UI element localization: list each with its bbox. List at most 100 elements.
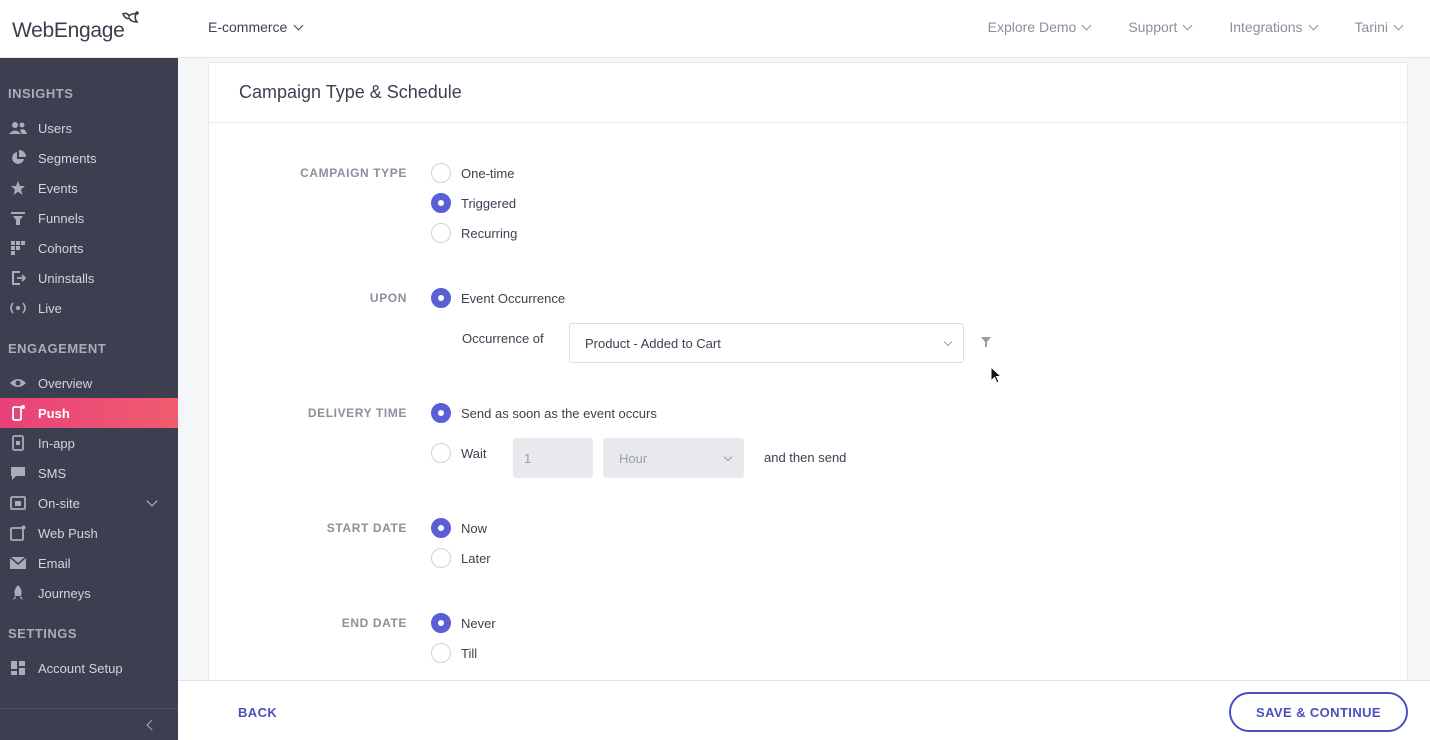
radio-label: Later xyxy=(461,550,491,566)
sidebar-section-engagement: ENGAGEMENT xyxy=(8,341,107,356)
sidebar-section-settings: SETTINGS xyxy=(8,626,78,641)
filter-icon[interactable] xyxy=(980,336,992,348)
sidebar-item-label: Overview xyxy=(38,375,93,391)
chevron-down-icon xyxy=(1308,20,1318,30)
project-switcher[interactable]: E-commerce xyxy=(208,19,304,35)
browser-icon xyxy=(8,525,28,541)
collapse-sidebar-icon[interactable] xyxy=(146,719,158,731)
chevron-down-icon[interactable] xyxy=(146,495,158,507)
sidebar-section-insights: INSIGHTS xyxy=(8,86,74,101)
dashboard-icon xyxy=(8,660,28,676)
radio-circle[interactable] xyxy=(431,643,451,663)
radio-end-never[interactable]: Never xyxy=(431,613,496,633)
sidebar-item-uninstalls[interactable]: Uninstalls xyxy=(0,263,178,293)
topnav-user-menu[interactable]: Tarini xyxy=(1354,19,1404,35)
sidebar-item-segments[interactable]: Segments xyxy=(0,143,178,173)
radio-circle[interactable] xyxy=(431,163,451,183)
upon-label: UPON xyxy=(369,291,407,305)
sidebar-item-email[interactable]: Email xyxy=(0,548,178,578)
radio-circle[interactable] xyxy=(431,613,451,633)
sidebar-item-label: Account Setup xyxy=(38,660,123,676)
radio-one-time[interactable]: One-time xyxy=(431,163,514,183)
sidebar-item-live[interactable]: Live xyxy=(0,293,178,323)
sidebar-item-label: On-site xyxy=(38,495,80,511)
radio-end-till[interactable]: Till xyxy=(431,643,477,663)
wait-unit-select[interactable]: Hour xyxy=(603,438,744,478)
webengage-logo[interactable]: WebEngage xyxy=(12,10,139,42)
radio-circle[interactable] xyxy=(431,223,451,243)
sidebar-item-sms[interactable]: SMS xyxy=(0,458,178,488)
radio-event-occurrence[interactable]: Event Occurrence xyxy=(431,288,565,308)
chevron-down-icon xyxy=(943,337,953,347)
radio-circle[interactable] xyxy=(431,443,451,463)
radio-label: Now xyxy=(461,520,488,536)
topnav-label: Explore Demo xyxy=(987,19,1077,35)
radio-label: Recurring xyxy=(461,225,518,241)
topnav-support[interactable]: Support xyxy=(1128,19,1193,35)
campaign-card: Campaign Type & Schedule CAMPAIGN TYPE O… xyxy=(208,62,1408,682)
top-nav: Explore Demo Support Integrations Tarini xyxy=(987,19,1404,35)
sidebar-item-web-push[interactable]: Web Push xyxy=(0,518,178,548)
radio-label: Triggered xyxy=(461,195,517,211)
bird-icon xyxy=(121,11,139,23)
radio-wait[interactable]: Wait xyxy=(431,443,487,463)
radio-circle[interactable] xyxy=(431,288,451,308)
sidebar-item-label: Segments xyxy=(38,150,97,166)
back-button[interactable]: BACK xyxy=(238,705,277,720)
radio-circle[interactable] xyxy=(431,193,451,213)
star-icon xyxy=(8,180,28,196)
sidebar-item-account-setup[interactable]: Account Setup xyxy=(0,653,178,683)
start-date-label: START DATE xyxy=(326,521,407,535)
topnav-integrations[interactable]: Integrations xyxy=(1229,19,1318,35)
sidebar: INSIGHTS Users Segments Events Funnels C… xyxy=(0,58,178,740)
radio-circle[interactable] xyxy=(431,403,451,423)
sidebar-item-label: Web Push xyxy=(38,525,98,541)
pie-chart-icon xyxy=(8,150,28,166)
topnav-label: Tarini xyxy=(1354,19,1388,35)
delivery-time-label: DELIVERY TIME xyxy=(307,406,407,420)
sidebar-item-label: Events xyxy=(38,180,78,196)
occurrence-of-label: Occurrence of xyxy=(462,331,544,346)
sidebar-item-in-app[interactable]: In-app xyxy=(0,428,178,458)
event-select[interactable]: Product - Added to Cart xyxy=(569,323,964,363)
topnav-explore-demo[interactable]: Explore Demo xyxy=(987,19,1092,35)
chevron-down-icon xyxy=(1393,20,1404,30)
radio-recurring[interactable]: Recurring xyxy=(431,223,517,243)
sidebar-item-funnels[interactable]: Funnels xyxy=(0,203,178,233)
sidebar-item-label: Users xyxy=(38,120,72,136)
radio-circle[interactable] xyxy=(431,548,451,568)
wait-amount-input[interactable]: 1 xyxy=(513,438,593,478)
envelope-icon xyxy=(8,555,28,571)
sidebar-item-events[interactable]: Events xyxy=(0,173,178,203)
chevron-down-icon xyxy=(293,20,304,30)
sidebar-item-label: Journeys xyxy=(38,585,91,601)
chat-icon xyxy=(8,465,28,481)
top-bar: WebEngage E-commerce Explore Demo Suppor… xyxy=(0,0,1430,58)
rocket-icon xyxy=(8,585,28,601)
topnav-label: Support xyxy=(1128,19,1178,35)
sidebar-item-label: Live xyxy=(38,300,62,316)
project-name: E-commerce xyxy=(208,19,288,35)
event-select-value: Product - Added to Cart xyxy=(585,335,721,351)
radio-circle[interactable] xyxy=(431,518,451,538)
radio-triggered[interactable]: Triggered xyxy=(431,193,516,213)
radio-label: One-time xyxy=(461,165,515,181)
action-footer: BACK SAVE & CONTINUE xyxy=(178,680,1430,740)
sidebar-item-on-site[interactable]: On-site xyxy=(0,488,178,518)
sidebar-item-users[interactable]: Users xyxy=(0,113,178,143)
sidebar-item-overview[interactable]: Overview xyxy=(0,368,178,398)
sidebar-item-journeys[interactable]: Journeys xyxy=(0,578,178,608)
sidebar-item-label: Funnels xyxy=(38,210,85,226)
save-continue-button[interactable]: SAVE & CONTINUE xyxy=(1229,692,1408,732)
sidebar-item-push[interactable]: Push xyxy=(0,398,178,428)
logo-text: WebEngage xyxy=(12,19,125,42)
sidebar-item-label: Push xyxy=(38,405,70,421)
funnel-icon xyxy=(8,210,28,226)
radio-start-later[interactable]: Later xyxy=(431,548,491,568)
grid-dots-icon xyxy=(8,240,28,256)
radio-send-immediately[interactable]: Send as soon as the event occurs xyxy=(431,403,657,423)
end-date-label: END DATE xyxy=(341,616,407,630)
sidebar-item-cohorts[interactable]: Cohorts xyxy=(0,233,178,263)
radio-start-now[interactable]: Now xyxy=(431,518,487,538)
sidebar-item-label: Email xyxy=(38,555,71,571)
